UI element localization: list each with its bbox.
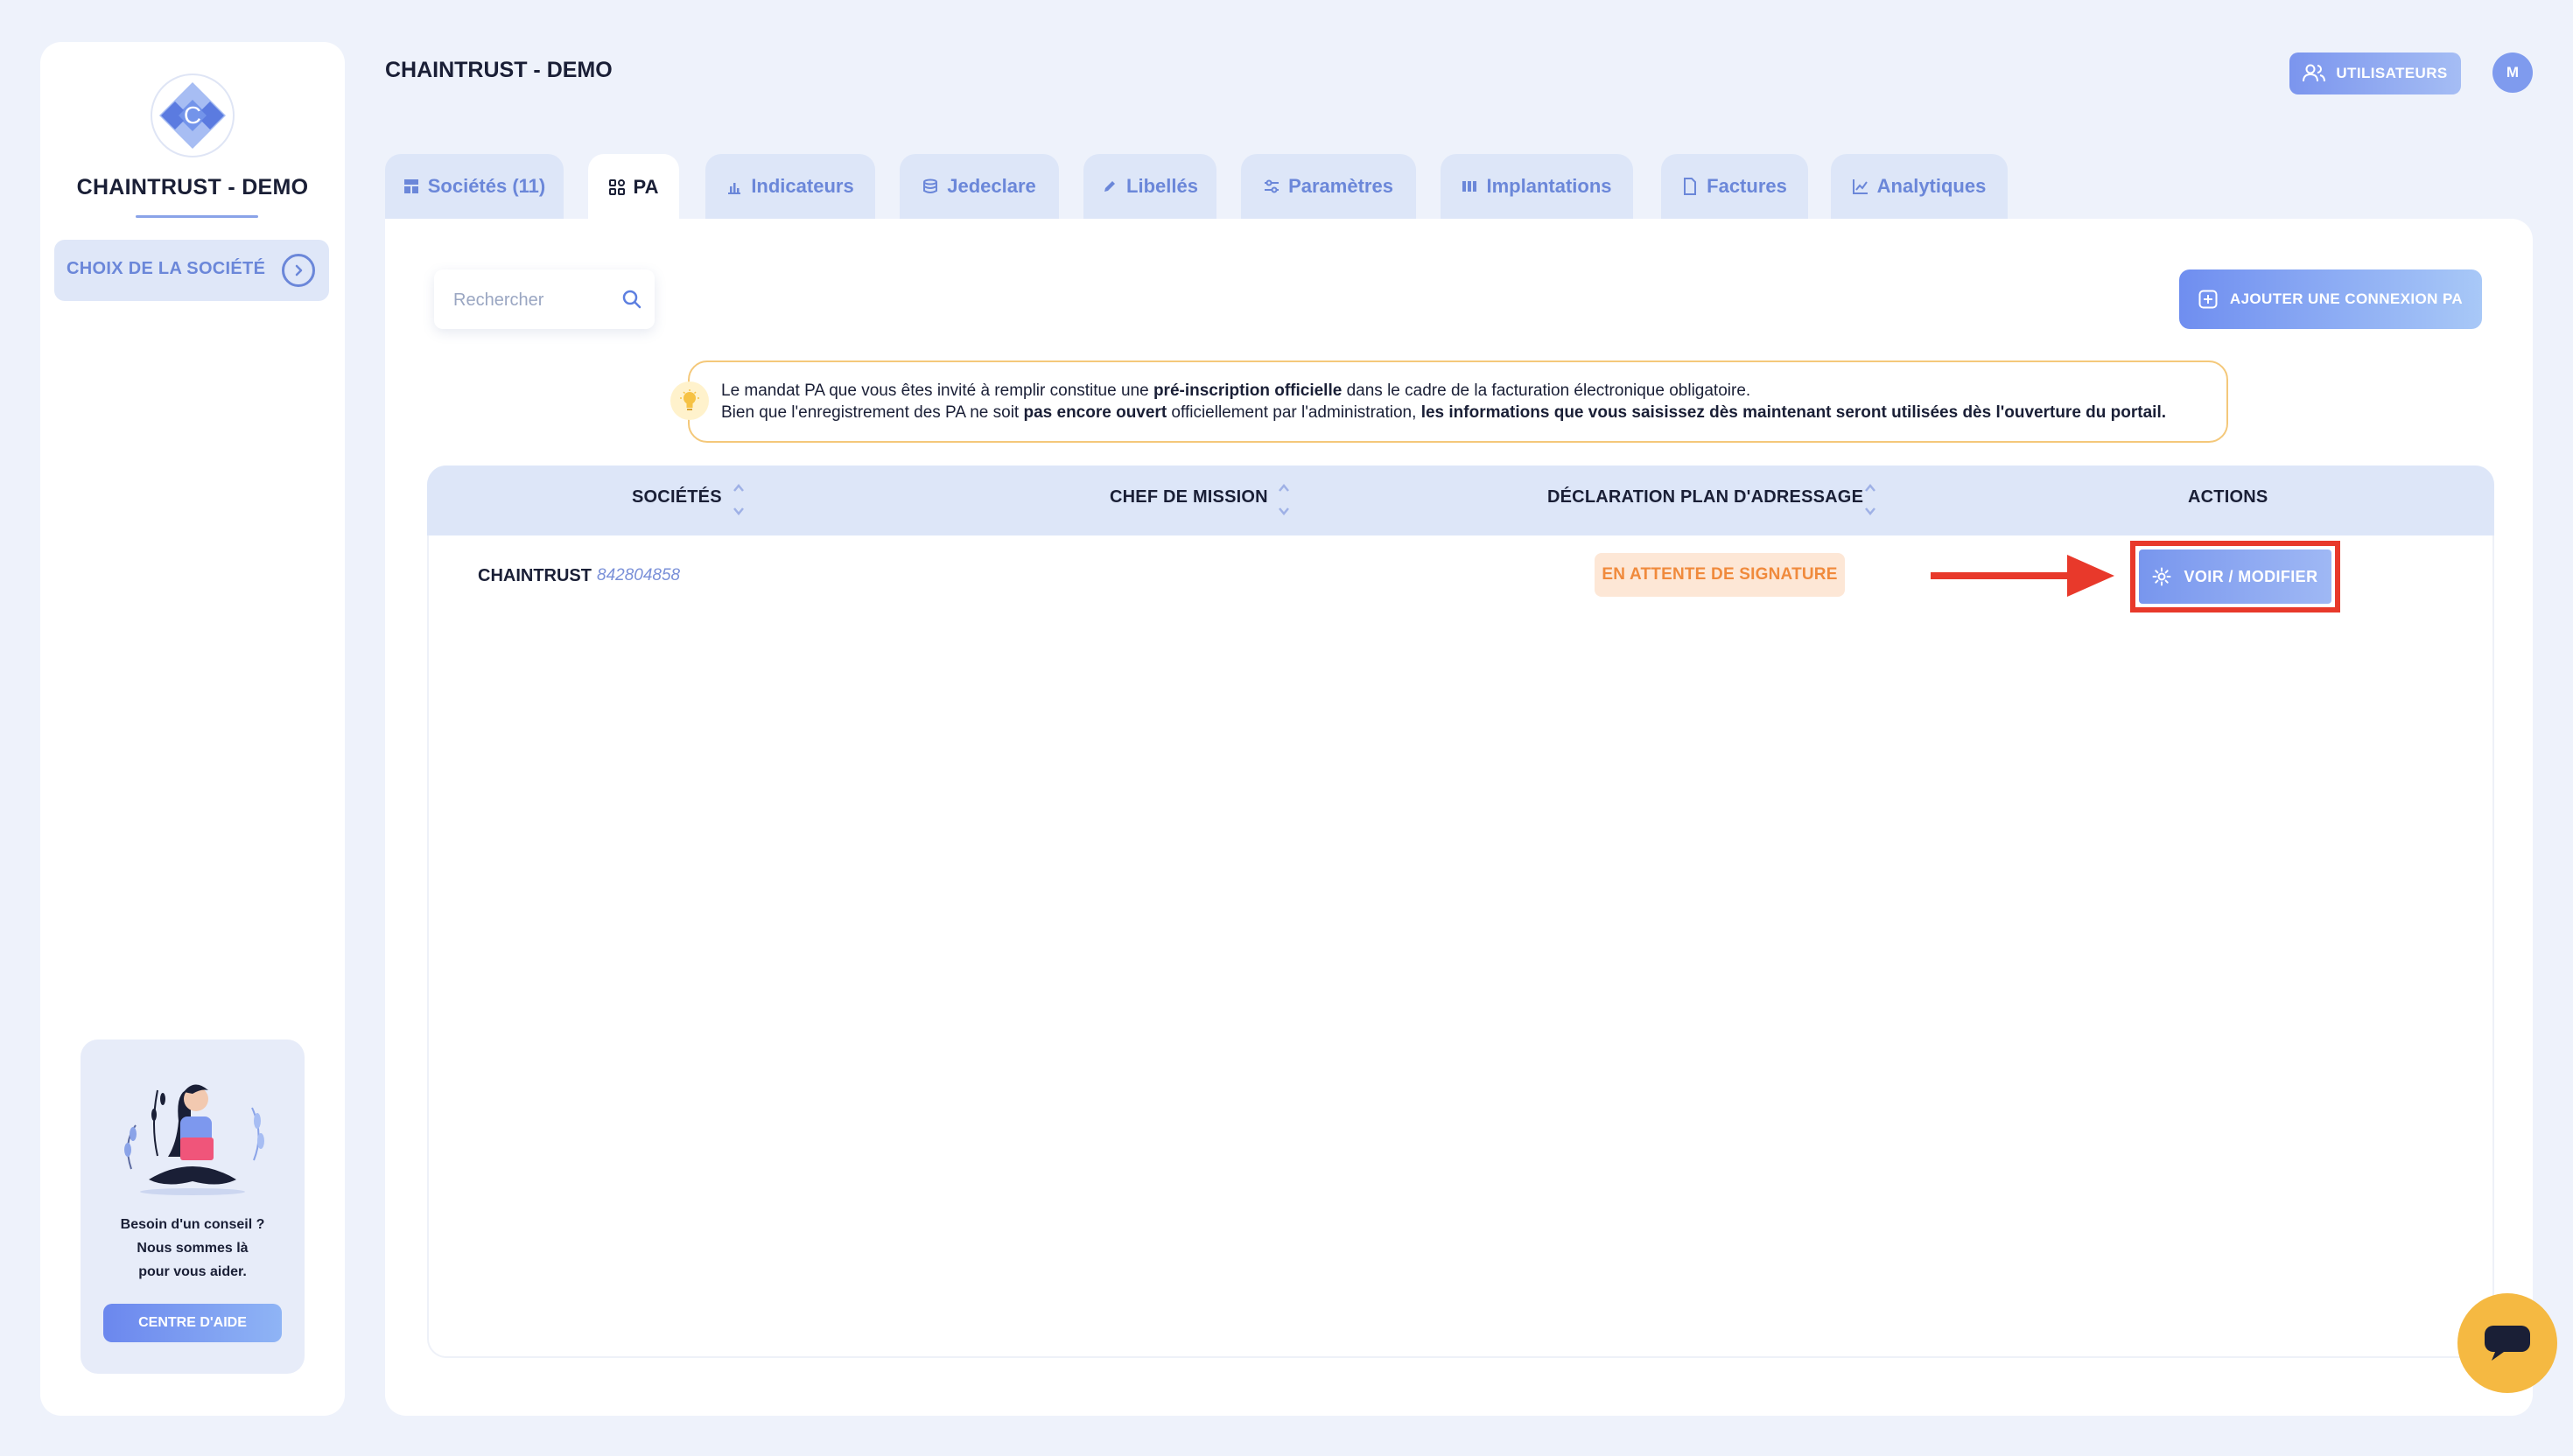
table-icon [403, 179, 418, 193]
avatar[interactable]: M [2492, 52, 2533, 93]
help-line-2: Nous sommes là [137, 1241, 249, 1256]
tab-implantations[interactable]: Implantations [1441, 154, 1633, 219]
gear-icon [2152, 567, 2171, 586]
help-line-3: pour vous aider. [138, 1264, 247, 1279]
notice-line-2: Bien que l'enregistrement des PA ne soit… [721, 402, 2166, 424]
tab-indicateurs[interactable]: Indicateurs [705, 154, 875, 219]
tab-libelles[interactable]: Libellés [1083, 154, 1216, 219]
tab-label: Analytiques [1876, 175, 1987, 197]
help-center-button[interactable]: CENTRE D'AIDE [103, 1304, 282, 1342]
notice-text-bold: les informations que vous saisissez dès … [1420, 403, 2166, 422]
tab-label: Factures [1707, 175, 1787, 197]
tab-label: Sociétés (11) [427, 175, 546, 197]
page-title: CHAINTRUST - DEMO [385, 58, 613, 82]
tab-analytiques[interactable]: Analytiques [1831, 154, 2008, 219]
choose-company-label: CHOIX DE LA SOCIÉTÉ [67, 259, 266, 278]
search-input[interactable] [452, 284, 613, 317]
chat-widget-button[interactable] [2457, 1293, 2557, 1393]
notice-text-part: officiellement par l'administration, [1167, 403, 1421, 422]
pencil-icon [1104, 181, 1116, 192]
red-arrow-annotation [1931, 555, 2114, 597]
svg-text:C: C [184, 102, 201, 129]
tab-label: Jedeclare [947, 175, 1036, 197]
sort-icon[interactable] [1274, 477, 1294, 522]
plus-square-icon [2198, 290, 2218, 309]
users-icon [2303, 64, 2326, 82]
users-button-label: UTILISATEURS [2336, 65, 2448, 81]
notice-text-part: Bien que l'enregistrement des PA ne soit [721, 403, 1024, 422]
row-siren: 842804858 [597, 566, 681, 584]
meditating-person-illustration [124, 1084, 264, 1195]
tab-label: Paramètres [1288, 175, 1393, 197]
notice-text-part: Le mandat PA que vous êtes invité à remp… [721, 382, 1153, 400]
sort-icon[interactable] [729, 477, 748, 522]
column-header-actions: ACTIONS [2188, 487, 2268, 507]
tab-label: Libellés [1126, 175, 1198, 197]
view-edit-label: VOIR / MODIFIER [2184, 567, 2318, 585]
grid-icon [608, 179, 625, 195]
search-icon[interactable] [621, 289, 642, 310]
chat-icon [2485, 1326, 2530, 1361]
add-button-label: AJOUTER UNE CONNEXION PA [2229, 290, 2464, 307]
notice-text: Le mandat PA que vous êtes invité à remp… [721, 380, 2166, 424]
database-icon [923, 178, 938, 193]
file-icon [1684, 178, 1697, 195]
notice-text-part: dans le cadre de la facturation électron… [1342, 382, 1751, 400]
add-pa-connection-button[interactable]: AJOUTER UNE CONNEXION PA [2179, 270, 2482, 329]
line-chart-icon [1852, 179, 1868, 194]
bar-chart-icon [728, 183, 741, 194]
notice-line-1: Le mandat PA que vous êtes invité à remp… [721, 380, 2166, 402]
sidebar-company-name: CHAINTRUST - DEMO [76, 175, 309, 200]
tab-factures[interactable]: Factures [1661, 154, 1808, 219]
company-logo: C [151, 74, 235, 158]
column-header-societes[interactable]: SOCIÉTÉS [632, 487, 722, 508]
tab-pa[interactable]: PA [588, 154, 679, 220]
column-header-chef-de-mission[interactable]: CHEF DE MISSION [1110, 487, 1268, 508]
row-company-name: CHAINTRUST [478, 566, 592, 585]
help-line-1: Besoin d'un conseil ? [120, 1217, 265, 1232]
help-message: Besoin d'un conseil ? Nous sommes là pou… [81, 1213, 305, 1284]
tab-societes[interactable]: Sociétés (11) [385, 154, 564, 219]
status-badge: EN ATTENTE DE SIGNATURE [1595, 553, 1845, 597]
view-edit-button[interactable]: VOIR / MODIFIER [2139, 550, 2331, 604]
tab-jedeclare[interactable]: Jedeclare [900, 154, 1059, 219]
chevron-right-icon[interactable] [282, 254, 315, 287]
column-header-declaration[interactable]: DÉCLARATION PLAN D'ADRESSAGE [1547, 487, 1863, 508]
columns-icon [1462, 181, 1477, 192]
tab-label: Indicateurs [751, 175, 854, 197]
lightbulb-icon [670, 382, 709, 420]
search-box [434, 270, 655, 329]
notice-text-bold: pré-inscription officielle [1153, 382, 1343, 400]
tab-label: Implantations [1486, 175, 1612, 197]
tab-parametres[interactable]: Paramètres [1241, 154, 1416, 219]
users-button[interactable]: UTILISATEURS [2289, 52, 2461, 94]
company-name-underline [136, 215, 258, 218]
sort-icon[interactable] [1861, 477, 1880, 522]
tab-label: PA [633, 176, 659, 198]
sliders-icon [1265, 179, 1279, 193]
notice-text-bold: pas encore ouvert [1023, 403, 1167, 422]
